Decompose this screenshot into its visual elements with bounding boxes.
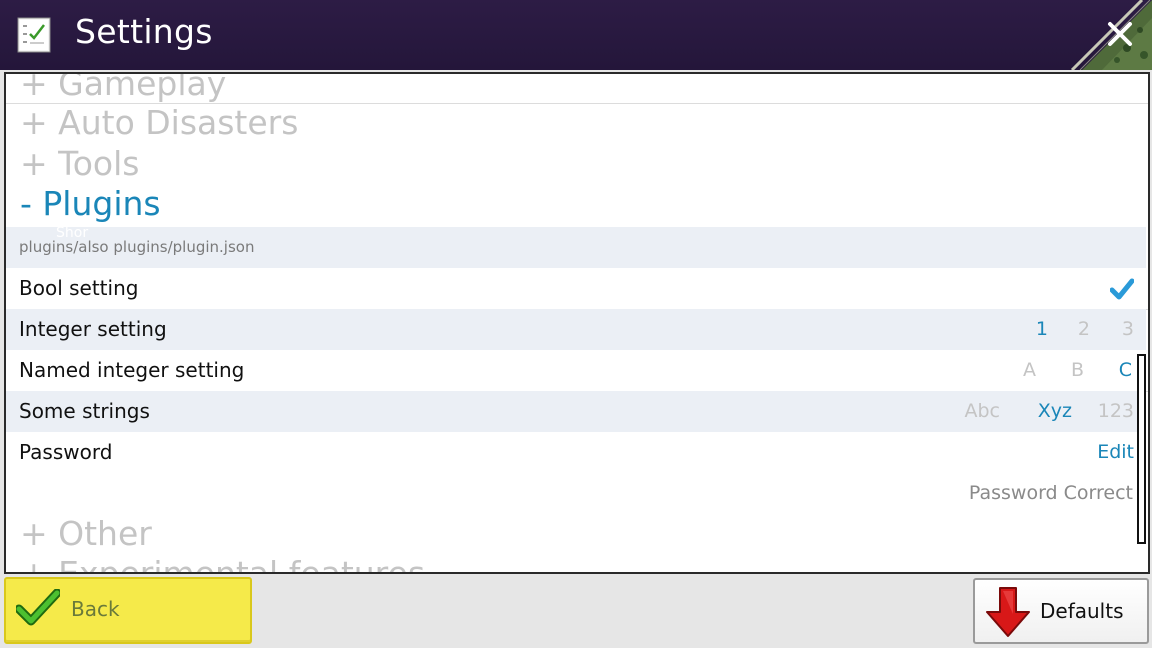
section-gameplay[interactable]: + Gameplay	[20, 74, 226, 104]
scrollbar[interactable]	[1137, 354, 1146, 544]
red-down-arrow-icon	[986, 587, 1030, 637]
plugin-path: plugins/also plugins/plugin.json	[19, 238, 255, 256]
setting-label: Named integer setting	[19, 358, 245, 382]
option-xyz[interactable]: Xyz	[1024, 391, 1072, 432]
plugin-path-row: Shor plugins/also plugins/plugin.json	[6, 225, 1146, 268]
settings-panel: + Gameplay + Auto Disasters + Tools - Pl…	[4, 72, 1150, 574]
section-experimental-features[interactable]: + Experimental features	[20, 554, 425, 572]
option-c[interactable]: C	[1112, 350, 1132, 391]
defaults-button[interactable]: Defaults	[973, 578, 1149, 644]
setting-row-integer[interactable]: Integer setting 1 2 3	[6, 309, 1146, 350]
section-other[interactable]: + Other	[20, 514, 152, 554]
defaults-label: Defaults	[1040, 599, 1124, 623]
option-1[interactable]: 1	[1032, 309, 1048, 350]
title-bar: Settings	[0, 0, 1152, 70]
back-button[interactable]: Back	[4, 577, 252, 644]
option-2[interactable]: 2	[1074, 309, 1090, 350]
back-label: Back	[71, 597, 120, 621]
option-3[interactable]: 3	[1118, 309, 1134, 350]
section-auto-disasters[interactable]: + Auto Disasters	[20, 103, 298, 143]
setting-label: Password	[19, 440, 113, 464]
setting-row-password[interactable]: Password Edit	[6, 432, 1146, 473]
option-a[interactable]: A	[1016, 350, 1036, 391]
close-icon[interactable]	[1100, 14, 1140, 54]
checkmark-icon[interactable]	[1110, 278, 1134, 300]
section-tools[interactable]: + Tools	[20, 144, 139, 184]
settings-scroll-area[interactable]: + Gameplay + Auto Disasters + Tools - Pl…	[6, 74, 1148, 572]
password-status-row: Password Correct	[6, 473, 1146, 514]
password-status: Password Correct	[968, 482, 1133, 504]
setting-row-strings[interactable]: Some strings Abc Xyz 123	[6, 391, 1146, 432]
green-checkmark-icon	[16, 589, 60, 626]
setting-label: Bool setting	[19, 276, 139, 300]
section-plugins[interactable]: - Plugins	[20, 184, 161, 224]
window-title: Settings	[75, 12, 213, 51]
setting-label: Integer setting	[19, 317, 167, 341]
setting-row-bool[interactable]: Bool setting	[6, 268, 1146, 309]
setting-label: Some strings	[19, 399, 150, 423]
setting-row-named-integer[interactable]: Named integer setting A B C	[6, 350, 1146, 391]
edit-password-link[interactable]: Edit	[1076, 432, 1134, 473]
option-b[interactable]: B	[1064, 350, 1084, 391]
option-abc[interactable]: Abc	[952, 391, 1000, 432]
checklist-icon	[17, 17, 51, 53]
option-123[interactable]: 123	[1088, 391, 1134, 432]
